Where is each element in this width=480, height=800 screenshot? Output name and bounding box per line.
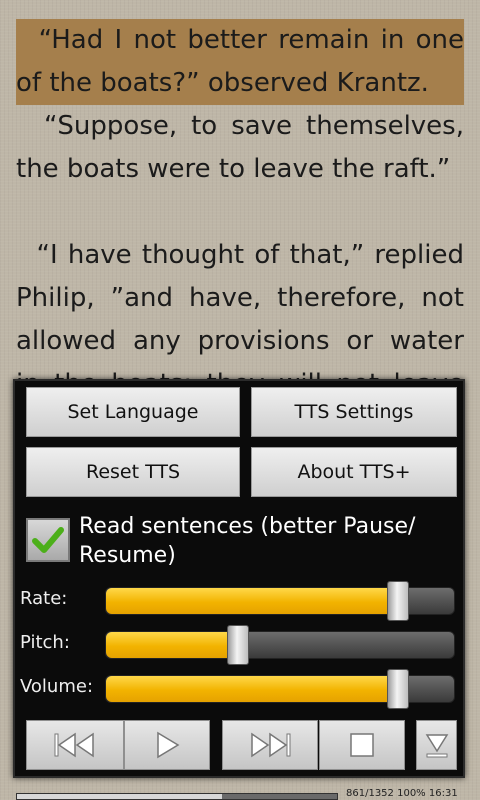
- stop-button[interactable]: [319, 720, 405, 770]
- next-button[interactable]: [222, 720, 318, 770]
- text-line: “I have thought of that,” replied: [16, 240, 464, 270]
- read-sentences-checkbox[interactable]: [26, 518, 70, 562]
- checkmark-icon: [32, 527, 64, 553]
- read-sentences-label: Read sentences (better Pause/ Resume): [79, 514, 416, 568]
- play-icon: [157, 731, 180, 759]
- text-line: Philip, ”and have, therefore, not: [16, 283, 464, 313]
- text-line: “Suppose, to save themselves,: [16, 111, 464, 141]
- slider-track[interactable]: [105, 581, 455, 621]
- collapse-button[interactable]: [416, 720, 457, 770]
- collapse-icon: [425, 734, 448, 758]
- slider-thumb[interactable]: [387, 669, 410, 709]
- slider-label: Volume:: [20, 676, 94, 697]
- tts-settings-button[interactable]: TTS Settings: [251, 387, 457, 437]
- about-tts-button[interactable]: About TTS+: [251, 447, 457, 497]
- text-line: [16, 191, 464, 234]
- play-button[interactable]: [124, 720, 210, 770]
- slider-label: Pitch:: [20, 632, 70, 653]
- slider-thumb[interactable]: [387, 581, 410, 621]
- text-line: of the boats?” observed Krantz.: [16, 62, 464, 105]
- text-line: the boats were to leave the raft.”: [16, 154, 451, 184]
- clock: 16:31: [428, 788, 458, 799]
- previous-button[interactable]: [26, 720, 124, 770]
- reset-tts-button[interactable]: Reset TTS: [26, 447, 240, 497]
- tts-control-panel: Set Language TTS Settings Reset TTS Abou…: [13, 379, 465, 778]
- read-percent: 100%: [397, 788, 426, 799]
- slider-fill: [106, 676, 399, 702]
- slider-track[interactable]: [105, 669, 455, 709]
- text-line: allowed any provisions or water: [16, 326, 464, 356]
- page-position: 861/1352: [346, 788, 394, 799]
- status-text: 861/1352 100% 16:31: [346, 788, 458, 799]
- reading-progress-bar: [16, 793, 338, 800]
- previous-icon: [54, 732, 94, 758]
- slider-fill: [106, 588, 399, 614]
- text-line: “Had I not better remain in one: [16, 19, 464, 62]
- slider-label: Rate:: [20, 588, 68, 609]
- slider-fill: [106, 632, 239, 658]
- slider-thumb[interactable]: [227, 625, 250, 665]
- slider-track[interactable]: [105, 625, 455, 665]
- next-icon: [251, 732, 291, 758]
- set-language-button[interactable]: Set Language: [26, 387, 240, 437]
- stop-icon: [350, 733, 374, 757]
